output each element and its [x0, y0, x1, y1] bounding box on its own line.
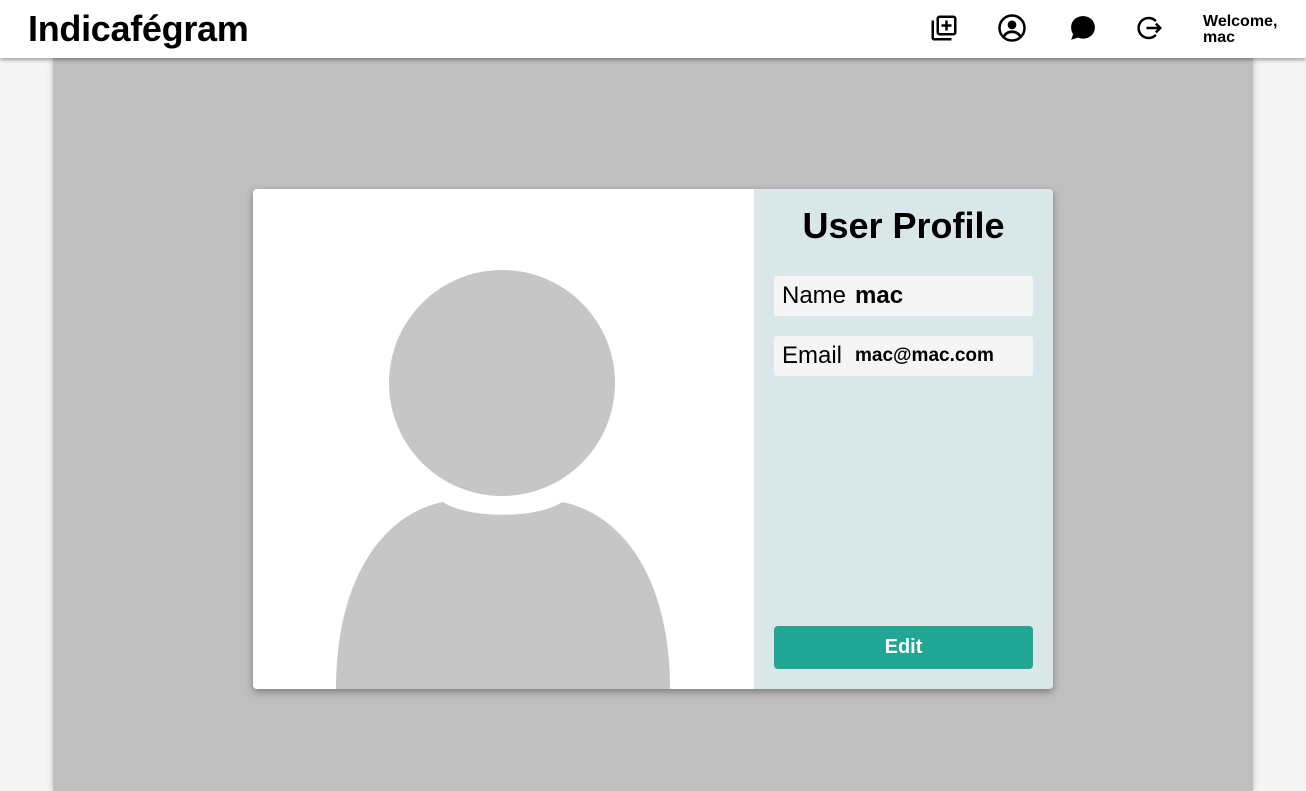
- profile-card: User Profile Name mac Email mac@mac.com …: [253, 189, 1053, 689]
- avatar-area: [253, 189, 754, 689]
- profile-info-pane: User Profile Name mac Email mac@mac.com …: [754, 189, 1053, 689]
- profile-icon[interactable]: [996, 12, 1028, 44]
- edit-button[interactable]: Edit: [774, 626, 1033, 669]
- welcome-greeting: Welcome,: [1203, 13, 1278, 30]
- email-label: Email: [782, 342, 843, 369]
- email-field: Email mac@mac.com: [774, 336, 1033, 376]
- name-field: Name mac: [774, 276, 1033, 316]
- email-value: mac@mac.com: [855, 345, 994, 366]
- profile-title: User Profile: [802, 205, 1005, 246]
- chat-icon[interactable]: [1067, 12, 1099, 44]
- add-post-icon[interactable]: [928, 12, 960, 44]
- default-user-avatar: [336, 270, 670, 689]
- name-value: mac: [855, 282, 904, 309]
- welcome-username: mac: [1203, 29, 1236, 46]
- welcome-message: Welcome, mac: [1203, 14, 1303, 46]
- logout-icon[interactable]: [1133, 12, 1165, 44]
- brand-logo[interactable]: Indicafégram: [28, 8, 249, 50]
- top-navbar: Indicafégram Welcome, mac: [0, 0, 1306, 58]
- name-label: Name: [782, 282, 847, 309]
